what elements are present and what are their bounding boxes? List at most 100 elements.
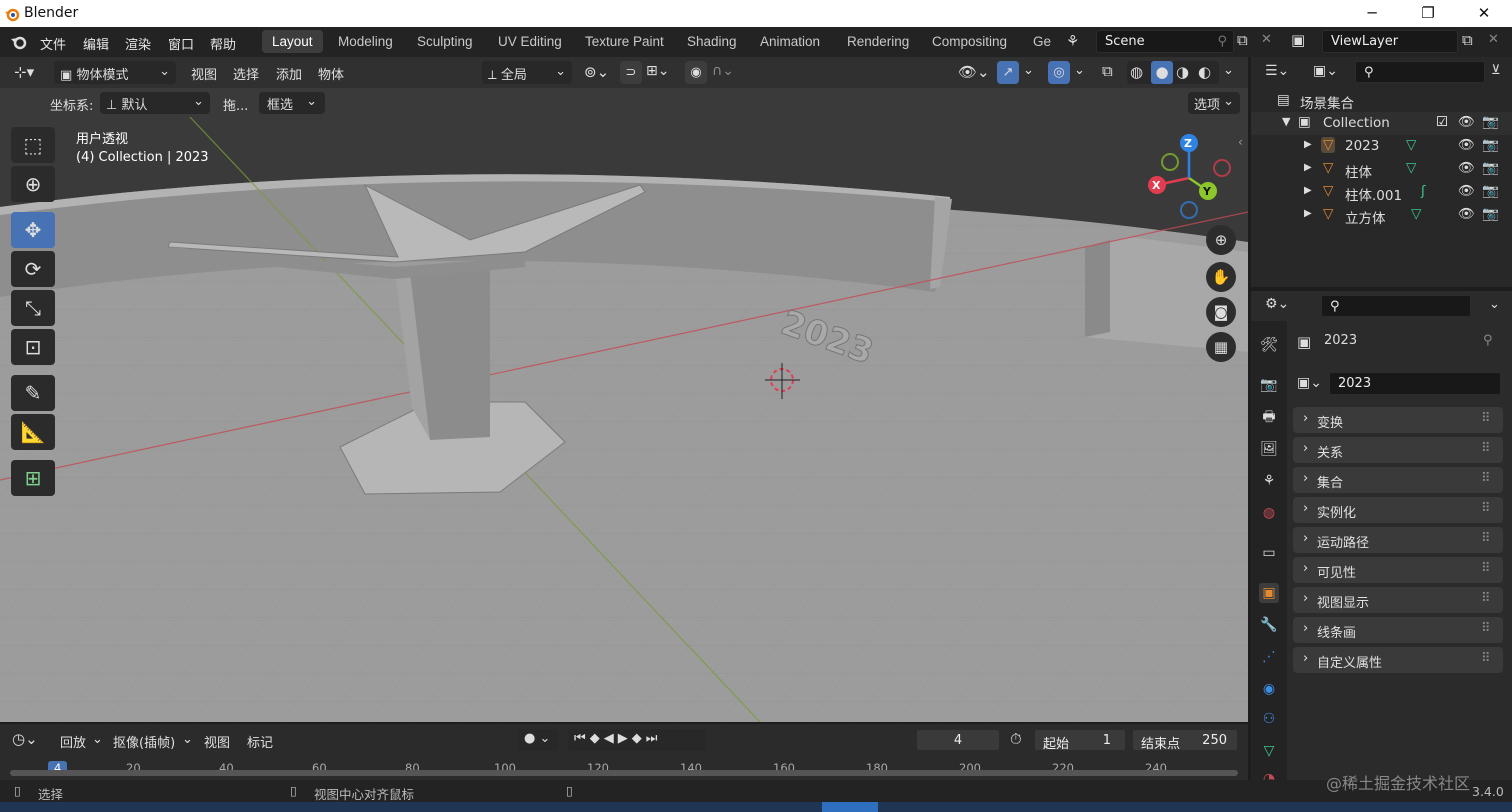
constraints-tab-icon[interactable]: ⚇ bbox=[1259, 709, 1279, 729]
current-frame-field[interactable]: 4 bbox=[916, 729, 1000, 751]
select-box-tool[interactable]: ⬚ bbox=[11, 127, 55, 163]
scale-tool[interactable]: ⤡ bbox=[11, 290, 55, 326]
menu-marker[interactable]: 标记 bbox=[247, 732, 273, 751]
remove-scene-icon[interactable]: ✕ bbox=[1261, 32, 1272, 47]
modifier-tab-icon[interactable]: 🔧 bbox=[1259, 615, 1279, 635]
camera-icon[interactable]: 📷 bbox=[1482, 114, 1499, 130]
panel-visibility[interactable]: › 可见性 ⠿ bbox=[1293, 557, 1503, 583]
drag-handle-icon[interactable]: ⠿ bbox=[1481, 621, 1491, 636]
maximize-button[interactable]: ❐ bbox=[1400, 0, 1456, 27]
overlay-toggle-icon[interactable]: ◎ bbox=[1048, 61, 1070, 84]
solid-shading-icon[interactable]: ● bbox=[1151, 61, 1173, 84]
gizmo-menu-icon[interactable]: ⌄ bbox=[1023, 63, 1034, 78]
minimize-button[interactable]: ─ bbox=[1344, 0, 1400, 27]
tab-animation[interactable]: Animation bbox=[760, 34, 820, 49]
cursor-tool[interactable]: ⊕ bbox=[11, 166, 55, 202]
camera-icon[interactable]: 📷 bbox=[1482, 206, 1499, 222]
tab-shading[interactable]: Shading bbox=[687, 34, 737, 49]
menu-render[interactable]: 渲染 bbox=[125, 34, 151, 53]
panel-collections[interactable]: › 集合 ⠿ bbox=[1293, 467, 1503, 493]
viewlayer-icon[interactable]: ▣ bbox=[1291, 31, 1305, 49]
panel-instancing[interactable]: › 实例化 ⠿ bbox=[1293, 497, 1503, 523]
timeline-scrollbar[interactable] bbox=[10, 770, 1238, 776]
play-icon[interactable]: ▶ bbox=[618, 731, 632, 746]
menu-edit[interactable]: 编辑 bbox=[83, 34, 109, 53]
drag-handle-icon[interactable]: ⠿ bbox=[1481, 591, 1491, 606]
coord-system-select[interactable]: ⊥ 默认 ⌄ bbox=[100, 92, 210, 114]
expand-arrow-icon[interactable]: ▶ bbox=[1304, 139, 1312, 150]
object-type-icon[interactable]: ▣⌄ bbox=[1297, 375, 1322, 391]
menu-playback[interactable]: 回放 bbox=[60, 732, 86, 751]
tab-modeling[interactable]: Modeling bbox=[338, 34, 393, 49]
panel-line-art[interactable]: › 线条画 ⠿ bbox=[1293, 617, 1503, 643]
pan-hand-icon[interactable]: ✋ bbox=[1206, 262, 1236, 292]
drag-handle-icon[interactable]: ⠿ bbox=[1481, 471, 1491, 486]
camera-icon[interactable]: 📷 bbox=[1482, 137, 1499, 153]
navigation-gizmo[interactable]: X Y Z bbox=[1140, 130, 1240, 230]
tab-sculpting[interactable]: Sculpting bbox=[417, 34, 473, 49]
overlay-menu-icon[interactable]: ⌄ bbox=[1074, 63, 1085, 78]
expand-arrow-icon[interactable]: ▶ bbox=[1304, 162, 1312, 173]
tab-layout[interactable]: Layout bbox=[262, 30, 323, 53]
measure-tool[interactable]: 📐 bbox=[11, 414, 55, 450]
stopwatch-icon[interactable]: ⏱ bbox=[1010, 730, 1022, 748]
remove-viewlayer-icon[interactable]: ✕ bbox=[1488, 32, 1499, 47]
editor-type-icon[interactable]: ⊹▾ bbox=[14, 63, 34, 81]
eye-icon[interactable]: 👁 bbox=[1458, 183, 1475, 199]
render-tab-icon[interactable]: 📷 bbox=[1259, 375, 1279, 395]
outliner-filter-icon[interactable]: ⊻ bbox=[1491, 63, 1501, 78]
snap-icon[interactable]: ⊃ bbox=[620, 61, 642, 84]
drag-handle-icon[interactable]: ⠿ bbox=[1481, 561, 1491, 576]
filter-icon[interactable]: ▣⌄ bbox=[1313, 63, 1338, 79]
move-tool[interactable]: ✥ bbox=[11, 212, 55, 248]
transform-tool[interactable]: ⊡ bbox=[11, 329, 55, 365]
visibility-icon[interactable]: 👁⌄ bbox=[958, 63, 990, 81]
menu-object[interactable]: 物体 bbox=[318, 64, 344, 83]
drag-handle-icon[interactable]: ⠿ bbox=[1481, 651, 1491, 666]
collection-row[interactable]: ▼ ▣ Collection ☑ 👁 📷 bbox=[1251, 112, 1512, 135]
options-chevron-icon[interactable]: ⌄ bbox=[1489, 297, 1500, 312]
eye-icon[interactable]: 👁 bbox=[1458, 137, 1475, 153]
panel-custom-properties[interactable]: › 自定义属性 ⠿ bbox=[1293, 647, 1503, 673]
menu-timeline-view[interactable]: 视图 bbox=[204, 732, 230, 751]
play-reverse-icon[interactable]: ◀ bbox=[604, 731, 618, 746]
panel-relations[interactable]: › 关系 ⠿ bbox=[1293, 437, 1503, 463]
tab-texture-paint[interactable]: Texture Paint bbox=[585, 34, 664, 49]
close-button[interactable]: ✕ bbox=[1456, 0, 1512, 27]
object-name-field[interactable]: 2023 bbox=[1329, 372, 1501, 395]
mode-selector[interactable]: ▣ 物体模式 ⌄ bbox=[54, 61, 176, 84]
world-tab-icon[interactable]: ◍ bbox=[1259, 503, 1279, 523]
menu-keying[interactable]: 抠像(插帧) bbox=[113, 732, 175, 751]
scene-selector[interactable]: Scene ⚲ bbox=[1096, 30, 1234, 53]
start-frame-field[interactable]: 起始 1 bbox=[1034, 729, 1126, 752]
pin-icon[interactable]: ⚲ bbox=[1483, 333, 1493, 348]
rotate-tool[interactable]: ⟳ bbox=[11, 251, 55, 287]
data-tab-icon[interactable]: ▽ bbox=[1259, 741, 1279, 761]
eye-icon[interactable]: 👁 bbox=[1458, 160, 1475, 176]
menu-help[interactable]: 帮助 bbox=[210, 34, 236, 53]
end-frame-field[interactable]: 结束点 250 bbox=[1132, 729, 1238, 752]
expand-arrow-icon[interactable]: ▶ bbox=[1304, 185, 1312, 196]
gizmo-toggle-icon[interactable]: ↗ bbox=[997, 61, 1019, 84]
viewlayer-selector[interactable]: ViewLayer bbox=[1322, 30, 1458, 53]
menu-add[interactable]: 添加 bbox=[276, 64, 302, 83]
falloff-icon[interactable]: ∩⌄ bbox=[712, 63, 734, 79]
particles-tab-icon[interactable]: ⋰ bbox=[1259, 647, 1279, 667]
drag-handle-icon[interactable]: ⠿ bbox=[1481, 441, 1491, 456]
editor-type-icon[interactable]: ⚙⌄ bbox=[1265, 296, 1289, 312]
display-mode-icon[interactable]: ☰⌄ bbox=[1265, 63, 1289, 79]
object-tab-icon[interactable]: ▣ bbox=[1259, 583, 1279, 603]
menu-view[interactable]: 视图 bbox=[191, 64, 217, 83]
3d-viewport[interactable]: 2023 ⊹▾ ▣ 物体模式 ⌄ 视图 选择 添加 物体 ⟂ 全局 ⌄ ⊚⌄ ⊃… bbox=[0, 57, 1248, 722]
panel-transform[interactable]: › 变换 ⠿ bbox=[1293, 407, 1503, 433]
output-tab-icon[interactable]: 🖶 bbox=[1259, 407, 1279, 427]
menu-file[interactable]: 文件 bbox=[40, 34, 66, 53]
scene-tab-icon[interactable]: ⚘ bbox=[1259, 471, 1279, 491]
chevron-down-icon[interactable]: ⌄ bbox=[92, 732, 103, 747]
zoom-icon[interactable]: ⊕ bbox=[1206, 225, 1236, 255]
prev-keyframe-icon[interactable]: ◆ bbox=[590, 731, 604, 746]
material-shading-icon[interactable]: ◑ bbox=[1176, 63, 1189, 81]
new-scene-icon[interactable]: ⧉ bbox=[1237, 31, 1248, 49]
blender-menu-icon[interactable] bbox=[10, 34, 28, 50]
panel-motion-paths[interactable]: › 运动路径 ⠿ bbox=[1293, 527, 1503, 553]
